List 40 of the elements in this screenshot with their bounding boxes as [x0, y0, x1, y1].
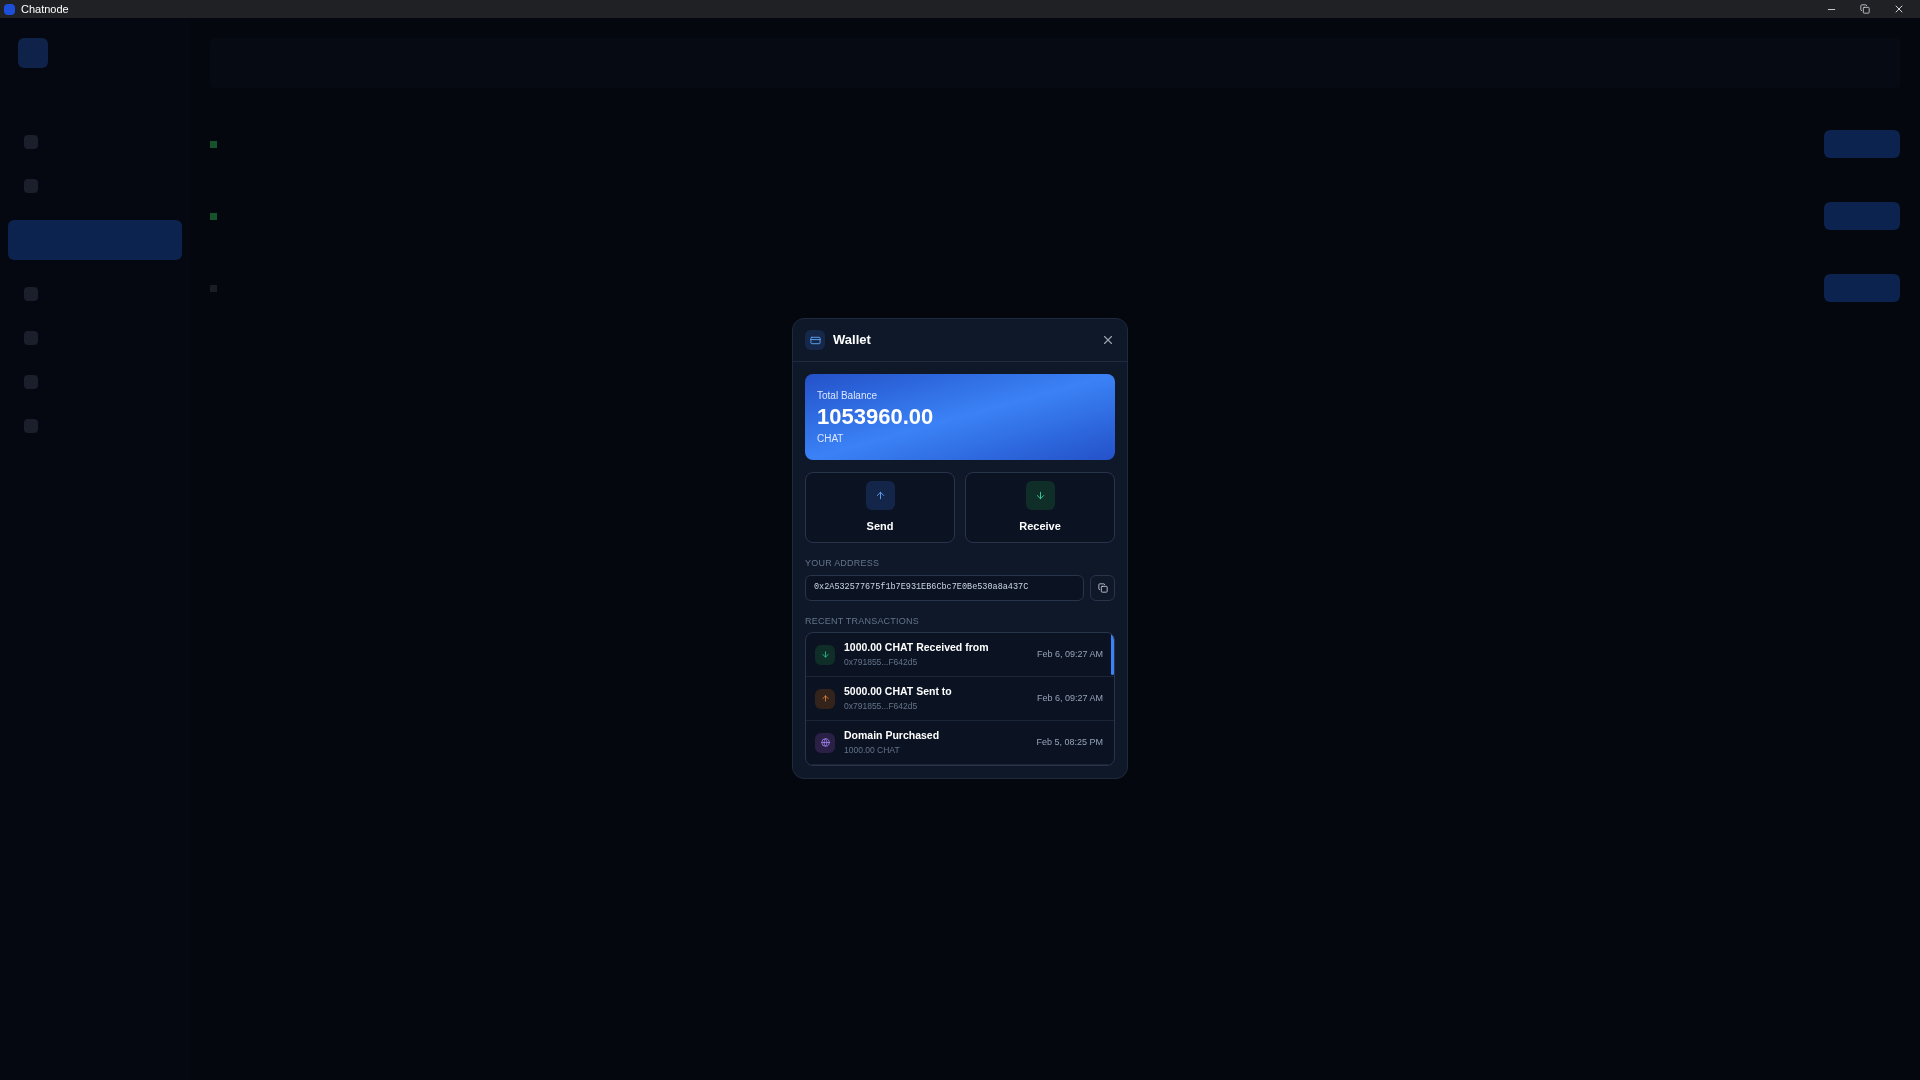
transaction-row[interactable]: Domain Purchased 1000.00 CHAT Feb 5, 08:25 PM [806, 721, 1114, 765]
logo-block [18, 38, 48, 68]
transaction-detail: 0x791855...F642d5 [844, 656, 919, 669]
nav-icon [24, 419, 38, 433]
transaction-detail: 1000.00 CHAT [844, 744, 901, 757]
balance-amount: 1053960.00 [817, 403, 935, 431]
transactions-label: RECENT TRANSACTIONS [805, 614, 920, 628]
transaction-time: Feb 6, 09:27 AM [1036, 647, 1103, 661]
transaction-title: 1000.00 CHAT Received from [844, 640, 990, 656]
copy-icon[interactable] [1090, 574, 1115, 601]
receive-button[interactable]: Receive [965, 472, 1115, 543]
globe-icon [815, 732, 835, 753]
close-icon[interactable] [1101, 333, 1115, 347]
currency-label: CHAT [817, 432, 845, 446]
wallet-icon [805, 330, 825, 350]
arrow-up-icon [815, 688, 835, 709]
close-icon[interactable] [1893, 3, 1905, 15]
transaction-row[interactable]: 5000.00 CHAT Sent to 0x791855...F642d5 Feb 6, 09:27 AM [806, 677, 1114, 721]
transaction-detail: 0x791855...F642d5 [844, 700, 919, 713]
nav-icon [24, 135, 38, 149]
address-label: YOUR ADDRESS [805, 557, 881, 570]
balance-label: Total Balance [817, 389, 879, 403]
app-logo-icon [4, 3, 15, 15]
transaction-title: Domain Purchased [844, 728, 941, 744]
arrow-down-icon [1025, 480, 1055, 510]
window-title: Chatnode [21, 1, 69, 17]
transaction-title: 5000.00 CHAT Sent to [844, 684, 953, 700]
restore-icon[interactable] [1860, 4, 1870, 14]
arrow-down-icon [815, 644, 835, 665]
transaction-time: Feb 5, 08:25 PM [1036, 735, 1103, 749]
transaction-time: Feb 6, 09:27 AM [1036, 691, 1103, 705]
address-field[interactable]: 0x2A532577675f1b7E931EB6Cbc7E0Be530a8a437C [805, 574, 1084, 601]
scrollbar-thumb[interactable] [1111, 633, 1114, 675]
nav-icon [24, 375, 38, 389]
dialog-title: Wallet [833, 331, 871, 350]
arrow-up-icon [865, 480, 895, 510]
nav-icon [24, 287, 38, 301]
send-button[interactable]: Send [805, 472, 955, 543]
nav-icon [24, 331, 38, 345]
nav-icon [24, 179, 38, 193]
